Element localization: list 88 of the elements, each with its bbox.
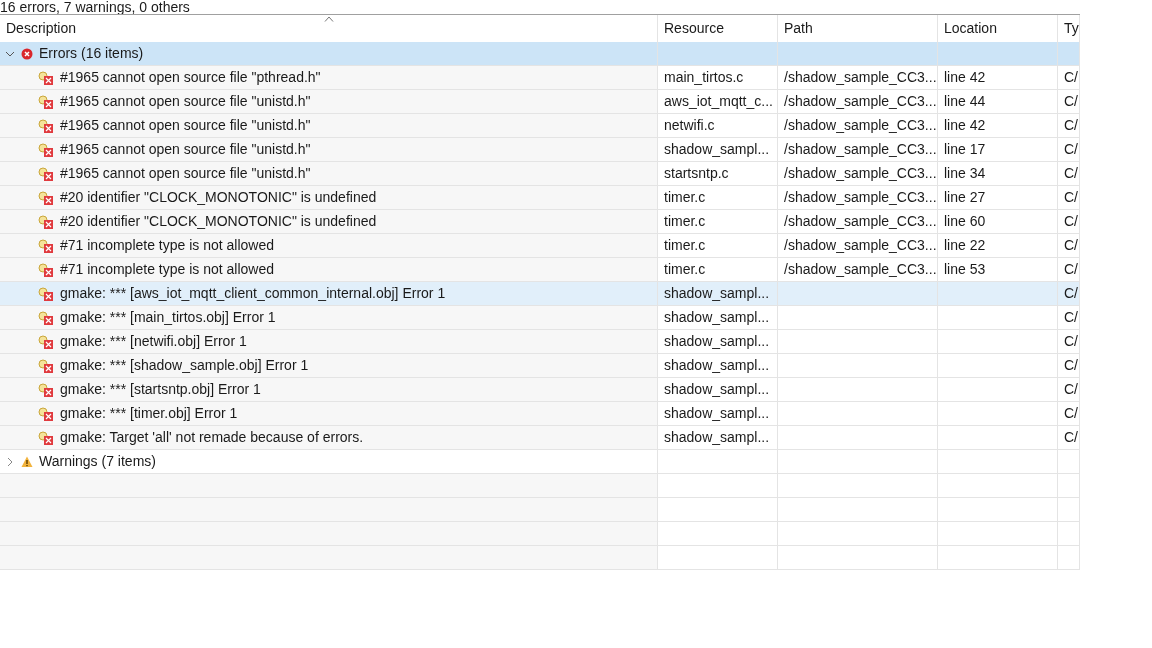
path-cell: /shadow_sample_CC3... — [778, 90, 938, 113]
description-cell[interactable]: #1965 cannot open source file "unistd.h" — [0, 114, 658, 137]
bulb-error-icon — [38, 382, 54, 397]
resource-cell: timer.c — [658, 210, 778, 233]
type-cell: C/ — [1058, 306, 1080, 329]
description-cell[interactable]: gmake: *** [timer.obj] Error 1 — [0, 402, 658, 425]
description-cell[interactable]: #71 incomplete type is not allowed — [0, 234, 658, 257]
bulb-error-icon — [38, 286, 54, 301]
bulb-error-icon — [38, 334, 54, 349]
description-cell[interactable]: gmake: *** [main_tirtos.obj] Error 1 — [0, 306, 658, 329]
type-cell: C/ — [1058, 138, 1080, 161]
type-cell: C/ — [1058, 402, 1080, 425]
bulb-error-icon — [38, 310, 54, 325]
location-cell: line 27 — [938, 186, 1058, 209]
type-cell: C/ — [1058, 378, 1080, 401]
group-row[interactable]: Warnings (7 items) — [0, 450, 658, 473]
resource-cell: shadow_sampl... — [658, 402, 778, 425]
error-icon — [21, 47, 33, 60]
description-cell[interactable]: #1965 cannot open source file "unistd.h" — [0, 90, 658, 113]
resource-cell: shadow_sampl... — [658, 330, 778, 353]
type-cell: C/ — [1058, 282, 1080, 305]
resource-cell: timer.c — [658, 186, 778, 209]
location-cell: line 60 — [938, 210, 1058, 233]
resource-cell: timer.c — [658, 258, 778, 281]
resource-cell: shadow_sampl... — [658, 282, 778, 305]
location-cell: line 42 — [938, 66, 1058, 89]
bulb-error-icon — [38, 262, 54, 277]
location-cell: line 17 — [938, 138, 1058, 161]
description-cell[interactable]: gmake: Target 'all' not remade because of errors. — [0, 426, 658, 449]
description-cell[interactable]: gmake: *** [aws_iot_mqtt_client_common_internal.obj] Error 1 — [0, 282, 658, 305]
description-cell[interactable]: #20 identifier "CLOCK_MONOTONIC" is undefined — [0, 186, 658, 209]
resource-cell: timer.c — [658, 234, 778, 257]
description-cell[interactable]: gmake: *** [startsntp.obj] Error 1 — [0, 378, 658, 401]
location-cell: line 22 — [938, 234, 1058, 257]
location-cell: line 42 — [938, 114, 1058, 137]
resource-cell: shadow_sampl... — [658, 354, 778, 377]
description-cell[interactable]: #71 incomplete type is not allowed — [0, 258, 658, 281]
description-cell[interactable]: gmake: *** [shadow_sample.obj] Error 1 — [0, 354, 658, 377]
bulb-error-icon — [38, 238, 54, 253]
path-cell: /shadow_sample_CC3... — [778, 234, 938, 257]
type-cell: C/ — [1058, 114, 1080, 137]
resource-cell: netwifi.c — [658, 114, 778, 137]
resource-cell: main_tirtos.c — [658, 66, 778, 89]
path-cell: /shadow_sample_CC3... — [778, 258, 938, 281]
description-cell[interactable]: gmake: *** [netwifi.obj] Error 1 — [0, 330, 658, 353]
type-cell: C/ — [1058, 186, 1080, 209]
location-cell: line 34 — [938, 162, 1058, 185]
type-cell: C/ — [1058, 234, 1080, 257]
path-cell: /shadow_sample_CC3... — [778, 186, 938, 209]
chevron-right-icon[interactable] — [5, 456, 15, 467]
bulb-error-icon — [38, 142, 54, 157]
description-cell[interactable]: #20 identifier "CLOCK_MONOTONIC" is undefined — [0, 210, 658, 233]
type-cell: C/ — [1058, 90, 1080, 113]
resource-cell: shadow_sampl... — [658, 306, 778, 329]
resource-cell: aws_iot_mqtt_c... — [658, 90, 778, 113]
bulb-error-icon — [38, 94, 54, 109]
type-cell: C/ — [1058, 258, 1080, 281]
bulb-error-icon — [38, 406, 54, 421]
path-cell: /shadow_sample_CC3... — [778, 114, 938, 137]
bulb-error-icon — [38, 214, 54, 229]
bulb-error-icon — [38, 70, 54, 85]
status-summary: 16 errors, 7 warnings, 0 others — [0, 0, 191, 14]
type-cell: C/ — [1058, 210, 1080, 233]
type-cell: C/ — [1058, 426, 1080, 449]
bulb-error-icon — [38, 358, 54, 373]
bulb-error-icon — [38, 166, 54, 181]
sort-caret-icon — [323, 16, 334, 22]
description-cell[interactable]: #1965 cannot open source file "pthread.h" — [0, 66, 658, 89]
location-cell: line 44 — [938, 90, 1058, 113]
description-cell[interactable]: #1965 cannot open source file "unistd.h" — [0, 138, 658, 161]
bulb-error-icon — [38, 190, 54, 205]
warning-icon — [21, 455, 33, 468]
type-cell: C/ — [1058, 66, 1080, 89]
bulb-error-icon — [38, 430, 54, 445]
resource-cell: shadow_sampl... — [658, 426, 778, 449]
path-cell: /shadow_sample_CC3... — [778, 210, 938, 233]
bulb-error-icon — [38, 118, 54, 133]
type-cell: C/ — [1058, 330, 1080, 353]
description-cell[interactable]: #1965 cannot open source file "unistd.h" — [0, 162, 658, 185]
location-cell: line 53 — [938, 258, 1058, 281]
type-cell: C/ — [1058, 354, 1080, 377]
resource-cell: shadow_sampl... — [658, 378, 778, 401]
path-cell: /shadow_sample_CC3... — [778, 162, 938, 185]
resource-cell: shadow_sampl... — [658, 138, 778, 161]
resource-cell: startsntp.c — [658, 162, 778, 185]
path-cell: /shadow_sample_CC3... — [778, 138, 938, 161]
path-cell: /shadow_sample_CC3... — [778, 66, 938, 89]
type-cell: C/ — [1058, 162, 1080, 185]
